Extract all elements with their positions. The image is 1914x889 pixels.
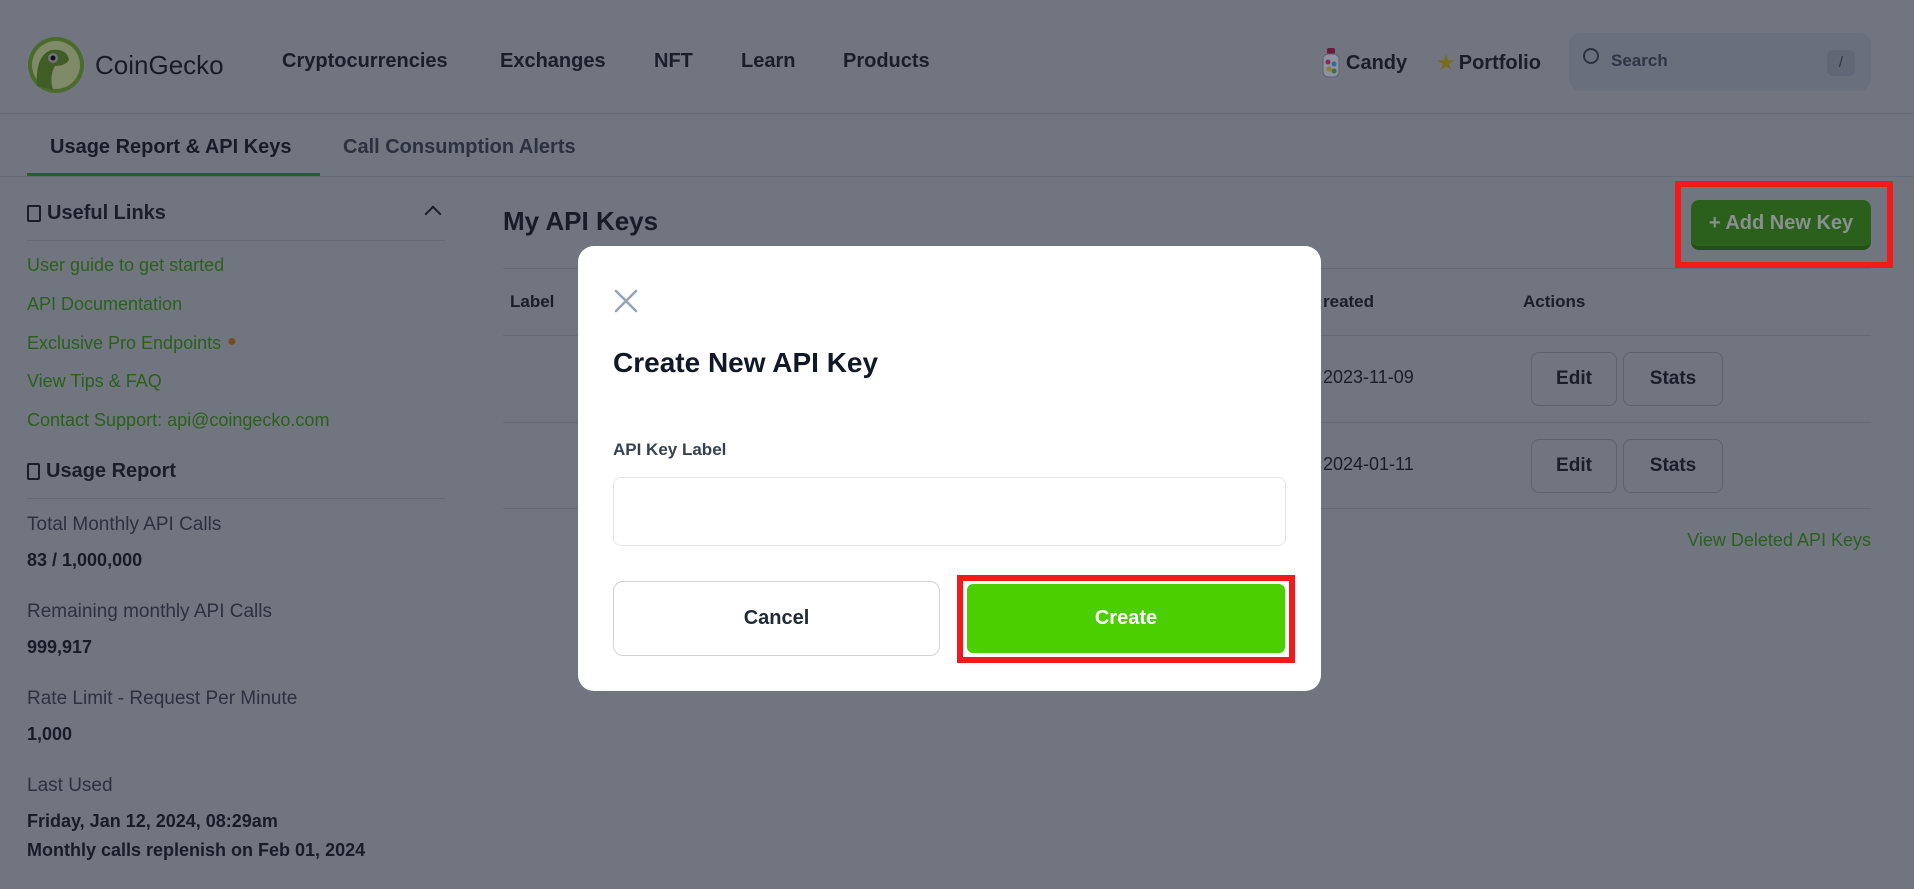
link-api-documentation[interactable]: API Documentation: [27, 294, 182, 315]
link-exclusive-pro-row: Exclusive Pro Endpoints ●: [27, 333, 237, 354]
link-contact-support[interactable]: Contact Support: api@coingecko.com: [27, 410, 329, 431]
candy-jar-icon: [1322, 48, 1340, 78]
fire-icon: ●: [227, 333, 237, 350]
nav-nft[interactable]: NFT: [654, 50, 693, 73]
usage-report-header: Usage Report: [27, 460, 176, 483]
replenish-note: Monthly calls replenish on Feb 01, 2024: [27, 840, 366, 860]
candy-label: Candy: [1346, 51, 1408, 74]
document-icon: [27, 463, 40, 480]
search-box[interactable]: Search /: [1569, 33, 1871, 91]
edit-button[interactable]: Edit: [1531, 439, 1617, 493]
stat-label: Last Used: [27, 775, 113, 796]
nav-learn[interactable]: Learn: [741, 50, 795, 73]
coingecko-logo-icon: [28, 37, 84, 93]
star-icon: ★: [1436, 50, 1456, 75]
view-deleted-keys-link[interactable]: View Deleted API Keys: [1687, 530, 1871, 551]
search-shortcut: /: [1827, 50, 1855, 76]
highlight-create: [957, 575, 1295, 663]
search-input[interactable]: Search: [1611, 51, 1668, 71]
book-icon: [27, 205, 41, 222]
stat-value: 1,000: [27, 724, 73, 744]
chevron-up-icon[interactable]: [424, 205, 442, 223]
row-created: 2023-11-09: [1323, 367, 1414, 387]
column-created: reated: [1323, 292, 1375, 311]
tab-call-consumption-alerts[interactable]: Call Consumption Alerts: [343, 136, 576, 159]
modal-title: Create New API Key: [613, 347, 879, 378]
cancel-button[interactable]: Cancel: [613, 581, 940, 656]
link-tips-faq[interactable]: View Tips & FAQ: [27, 371, 162, 392]
stats-button[interactable]: Stats: [1623, 352, 1723, 406]
portfolio-link[interactable]: ★ Portfolio: [1436, 50, 1541, 76]
stat-value: Friday, Jan 12, 2024, 08:29am: [27, 811, 278, 831]
row-created: 2024-01-11: [1323, 454, 1414, 474]
stats-button[interactable]: Stats: [1623, 439, 1723, 493]
stat-value: 999,917: [27, 637, 93, 657]
portfolio-label: Portfolio: [1458, 51, 1541, 74]
usage-report-title: Usage Report: [46, 460, 177, 482]
stat-label: Remaining monthly API Calls: [27, 601, 272, 622]
api-key-label-input[interactable]: [613, 477, 1286, 546]
logo[interactable]: CoinGecko: [27, 36, 224, 94]
page-title: My API Keys: [503, 206, 659, 236]
column-label: Label: [510, 292, 555, 311]
link-user-guide[interactable]: User guide to get started: [27, 255, 224, 276]
close-icon[interactable]: [611, 286, 641, 316]
useful-links-divider: [27, 240, 445, 241]
stat-label: Rate Limit - Request Per Minute: [27, 688, 298, 709]
useful-links-title: Useful Links: [47, 202, 166, 224]
tab-usage-report[interactable]: Usage Report & API Keys: [50, 136, 292, 159]
nav-exchanges[interactable]: Exchanges: [500, 50, 606, 73]
candy-link[interactable]: Candy: [1322, 48, 1407, 78]
useful-links-header[interactable]: Useful Links: [27, 202, 166, 225]
search-icon: [1583, 48, 1599, 64]
nav-cryptocurrencies[interactable]: Cryptocurrencies: [282, 50, 448, 73]
edit-button[interactable]: Edit: [1531, 352, 1617, 406]
stat-value: 83 / 1,000,000: [27, 550, 143, 570]
tabs-divider: [0, 176, 1914, 177]
api-key-label-caption: API Key Label: [613, 440, 727, 459]
highlight-add-key: [1675, 181, 1893, 268]
stat-label: Total Monthly API Calls: [27, 514, 222, 535]
brand-name: CoinGecko: [95, 49, 224, 80]
usage-divider: [27, 498, 445, 499]
header-divider: [0, 113, 1914, 114]
nav-products[interactable]: Products: [843, 50, 930, 73]
link-exclusive-pro[interactable]: Exclusive Pro Endpoints: [27, 333, 221, 354]
column-actions: Actions: [1523, 292, 1586, 311]
